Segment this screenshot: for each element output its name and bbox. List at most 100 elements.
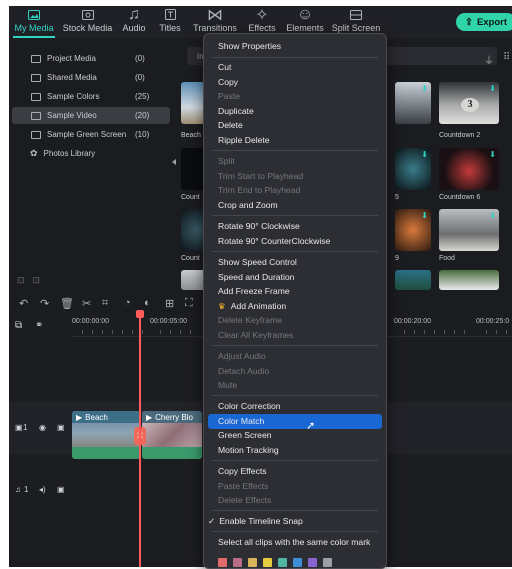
media-thumbnail[interactable]: ⬇ [395, 82, 431, 124]
add-track-icon[interactable]: ⧉ [15, 320, 22, 331]
menu-item-speed-duration[interactable]: Speed and Duration [218, 272, 294, 282]
tab-titles[interactable]: Titles [157, 8, 183, 38]
menu-item-speed-control[interactable]: Show Speed Control [218, 257, 297, 267]
export-button[interactable]: ⇪ Export [456, 13, 512, 31]
titles-icon [163, 8, 177, 21]
menu-item-crop-zoom[interactable]: Crop and Zoom [218, 200, 278, 210]
tab-audio[interactable]: ♫ Audio [120, 6, 148, 38]
color-mark-swatch[interactable] [263, 558, 272, 567]
menu-item-color-match[interactable]: Color Match [218, 416, 264, 426]
ruler-tick [486, 330, 487, 334]
menu-item-delete[interactable]: Delete [218, 120, 243, 130]
menu-item-freeze-frame[interactable]: Add Freeze Frame [218, 286, 290, 296]
menu-item-ripple-delete[interactable]: Ripple Delete [218, 135, 270, 145]
media-thumbnail[interactable] [395, 270, 431, 290]
ruler-tick [444, 330, 445, 334]
menu-item-rotate-ccw[interactable]: Rotate 90° CounterClockwise [218, 236, 330, 246]
thumbnail-label: Count [181, 255, 200, 262]
marker-icon[interactable]: ⊞ [165, 297, 174, 310]
menu-item-trim-start[interactable]: Trim Start to Playhead [218, 171, 303, 181]
menu-item-delete-keyframe[interactable]: Delete Keyframe [218, 315, 282, 325]
color-mark-swatch[interactable] [308, 558, 317, 567]
menu-separator [212, 460, 378, 461]
menu-item-green-screen[interactable]: Green Screen [218, 430, 272, 440]
menu-item-delete-effects[interactable]: Delete Effects [218, 495, 271, 505]
download-icon: ⬇ [489, 150, 496, 159]
color-mark-swatch[interactable] [248, 558, 257, 567]
redo-icon[interactable]: ↷ [40, 297, 49, 310]
new-folder-icon[interactable]: ⊡ [17, 275, 25, 286]
filter-icon[interactable]: ⏚ [484, 52, 494, 67]
sidebar-item-sample-video[interactable]: Sample Video (20) [12, 107, 170, 124]
crop-icon[interactable]: ⌗ [102, 297, 108, 310]
color-mark-swatch[interactable] [323, 558, 332, 567]
lock-icon[interactable]: ▣ [57, 423, 65, 432]
ruler-tick [142, 330, 143, 334]
menu-item-adjust-audio[interactable]: Adjust Audio [218, 351, 266, 361]
ruler-tick [170, 330, 171, 334]
menu-item-paste[interactable]: Paste [218, 91, 240, 101]
color-mark-swatch[interactable] [293, 558, 302, 567]
more-icon[interactable]: ⠿ [503, 52, 510, 63]
sidebar-item-shared-media[interactable]: Shared Media (0) [12, 69, 170, 86]
ruler-tick [464, 330, 465, 334]
sidebar-item-sample-green-screen[interactable]: Sample Green Screen (10) [12, 126, 170, 143]
media-thumbnail[interactable]: ⬇ [439, 148, 499, 190]
menu-item-detach-audio[interactable]: Detach Audio [218, 366, 269, 376]
tab-label: Titles [159, 23, 181, 33]
media-thumbnail[interactable] [439, 270, 499, 290]
cut-icon[interactable]: ✂ [82, 297, 91, 310]
menu-item-mute[interactable]: Mute [218, 380, 237, 390]
sidebar-item-photos-library[interactable]: ✿ Photos Library [12, 145, 170, 162]
link-icon[interactable]: ⚭ [35, 320, 43, 331]
download-icon: ⬇ [421, 150, 428, 159]
menu-item-timeline-snap[interactable]: ✓ Enable Timeline Snap [208, 516, 303, 527]
menu-item-split[interactable]: Split [218, 156, 235, 166]
menu-separator [212, 510, 378, 511]
color-icon[interactable]: ◐ [144, 297, 151, 309]
media-thumbnail[interactable]: 3 ⬇ [439, 82, 499, 124]
menu-item-duplicate[interactable]: Duplicate [218, 106, 254, 116]
color-mark-swatch[interactable] [278, 558, 287, 567]
collapse-sidebar-icon[interactable] [172, 159, 176, 165]
menu-item-copy[interactable]: Copy [218, 77, 238, 87]
sidebar-item-sample-colors[interactable]: Sample Colors (25) [12, 88, 170, 105]
lock-icon[interactable]: ▣ [57, 485, 65, 494]
media-thumbnail[interactable]: ⬇ [395, 209, 431, 251]
sidebar-item-count: (0) [135, 54, 145, 63]
thumbnail-label: Food [439, 255, 455, 262]
ruler-tick [180, 330, 181, 334]
clip-context-menu: Show Properties Cut Copy Paste Duplicate… [203, 33, 387, 569]
download-icon: ⬇ [489, 211, 496, 220]
menu-item-paste-effects[interactable]: Paste Effects [218, 481, 268, 491]
menu-item-add-animation[interactable]: ♛ Add Animation [218, 301, 286, 312]
menu-item-color-correction[interactable]: Color Correction [218, 401, 281, 411]
menu-item-cut[interactable]: Cut [218, 62, 231, 72]
menu-item-clear-keyframes[interactable]: Clear All Keyframes [218, 330, 293, 340]
folder-action-icon[interactable]: ⊡ [33, 275, 41, 286]
menu-item-copy-effects[interactable]: Copy Effects [218, 466, 267, 476]
eye-icon[interactable]: ◉ [39, 423, 46, 432]
color-mark-swatch[interactable] [233, 558, 242, 567]
timeline-clip-beach[interactable]: ▶ Beach [72, 411, 140, 459]
speaker-icon[interactable]: ◂) [39, 485, 46, 494]
color-mark-swatch[interactable] [218, 558, 227, 567]
thumbnail-label: 5 [395, 194, 399, 201]
tab-stock-media[interactable]: Stock Media [61, 8, 114, 38]
menu-item-trim-end[interactable]: Trim End to Playhead [218, 185, 300, 195]
menu-item-show-properties[interactable]: Show Properties [218, 41, 281, 51]
delete-icon[interactable]: 🗑 [60, 297, 74, 310]
timeline-clip-cherry-blossom[interactable]: ▶ Cherry Blo [142, 411, 202, 459]
speed-icon[interactable]: ◔ [124, 297, 131, 309]
split-screen-icon [349, 8, 363, 21]
menu-item-motion-tracking[interactable]: Motion Tracking [218, 445, 279, 455]
fit-icon[interactable]: ⛶ [185, 297, 193, 310]
media-thumbnail[interactable]: ⬇ [439, 209, 499, 251]
tab-my-media[interactable]: My Media [13, 8, 55, 38]
undo-icon[interactable]: ↶ [19, 297, 28, 310]
menu-item-rotate-cw[interactable]: Rotate 90° Clockwise [218, 221, 300, 231]
menu-item-select-same-color[interactable]: Select all clips with the same color mar… [218, 537, 370, 547]
playhead-handle[interactable] [136, 310, 144, 318]
sidebar-item-project-media[interactable]: Project Media (0) [12, 50, 170, 67]
media-thumbnail[interactable]: ⬇ [395, 148, 431, 190]
